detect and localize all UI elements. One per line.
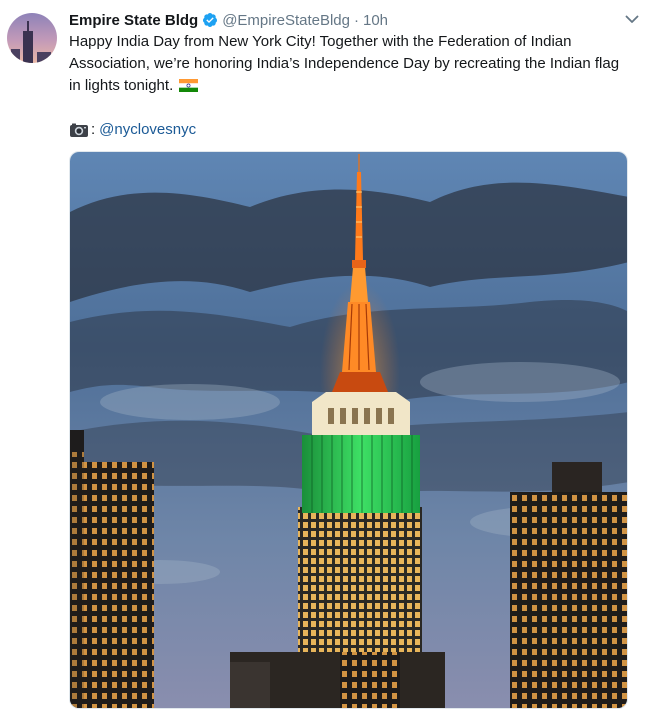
avatar-building-left	[11, 49, 20, 63]
avatar[interactable]	[7, 13, 57, 63]
photo-credit: : @nyclovesnyc	[69, 119, 196, 141]
credit-mention-link[interactable]: @nyclovesnyc	[99, 119, 196, 141]
avatar-building-right	[37, 52, 51, 63]
tweet-text: Happy India Day from New York City! Toge…	[69, 31, 629, 97]
left-building	[70, 430, 154, 708]
avatar-empire-state-building	[23, 31, 33, 63]
camera-icon	[70, 123, 88, 137]
author-handle[interactable]: @EmpireStateBldg	[222, 12, 350, 29]
india-flag-emoji	[179, 79, 199, 92]
verified-badge-icon	[203, 13, 218, 27]
chevron-down-icon[interactable]	[625, 12, 639, 26]
credit-separator: :	[91, 121, 96, 138]
tweet-timestamp[interactable]: 10h	[363, 12, 388, 29]
author-name[interactable]: Empire State Bldg	[69, 12, 198, 29]
tweet-body: Happy India Day from New York City! Toge…	[69, 33, 620, 94]
tweet-header: Empire State Bldg @EmpireStateBldg · 10h	[69, 9, 631, 31]
avatar-spire	[27, 21, 29, 33]
tweet-photo[interactable]	[69, 151, 628, 709]
header-separator: ·	[354, 11, 359, 29]
empire-state-building-photo	[70, 152, 627, 708]
right-building	[510, 462, 627, 708]
